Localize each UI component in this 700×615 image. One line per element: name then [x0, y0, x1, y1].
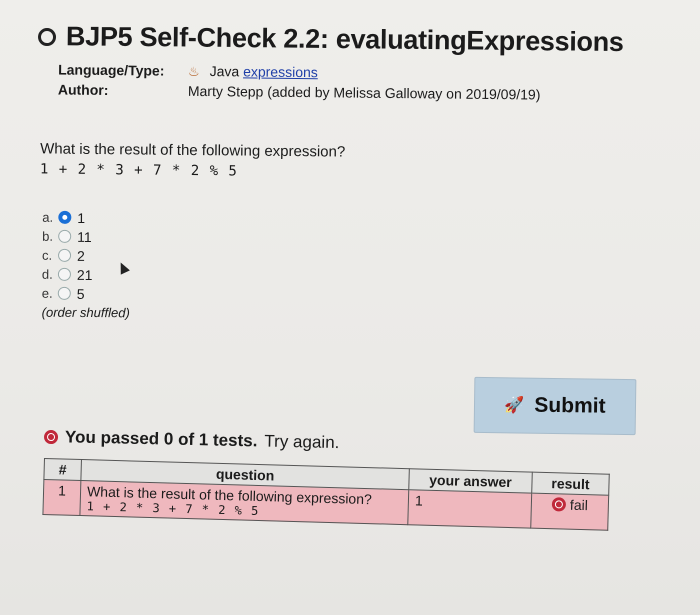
- radio-button[interactable]: [58, 229, 72, 243]
- author-value: Marty Stepp (added by Melissa Galloway o…: [187, 82, 541, 103]
- choice-a[interactable]: a. 1: [42, 208, 130, 228]
- rocket-icon: 🚀: [504, 397, 525, 415]
- header-result: result: [531, 472, 610, 496]
- expressions-link[interactable]: expressions: [243, 63, 318, 80]
- order-shuffled-note: (order shuffled): [41, 304, 130, 321]
- test-result-summary: You passed 0 of 1 tests. Try again.: [43, 427, 340, 453]
- choice-letter: a.: [42, 209, 54, 225]
- language-value: ♨ Java expressions: [188, 62, 318, 80]
- radio-button[interactable]: [57, 267, 71, 281]
- status-circle-icon: [37, 27, 57, 46]
- choice-e[interactable]: e. 5: [42, 284, 130, 304]
- choice-letter: c.: [42, 247, 53, 263]
- row-result: fail: [530, 493, 609, 531]
- language-label: Language/Type:: [58, 61, 165, 79]
- header-number: #: [43, 458, 82, 481]
- fail-label: fail: [569, 496, 589, 514]
- radio-button-selected[interactable]: [58, 210, 72, 224]
- results-table: # question your answer result 1 What is …: [42, 458, 610, 531]
- choice-letter: d.: [41, 266, 53, 282]
- radio-button[interactable]: [57, 286, 71, 300]
- row-your-answer: 1: [407, 489, 532, 529]
- choice-b[interactable]: b. 11: [42, 227, 130, 247]
- choice-letter: e.: [41, 285, 53, 301]
- submit-button[interactable]: 🚀 Submit: [473, 376, 637, 436]
- choice-value: 1: [77, 209, 86, 226]
- choice-value: 2: [77, 247, 85, 264]
- page: BJP5 Self-Check 2.2: evaluatingExpressio…: [0, 0, 700, 615]
- radio-button[interactable]: [58, 248, 72, 262]
- question-expression: 1 + 2 * 3 + 7 * 2 % 5: [39, 161, 238, 180]
- question-prompt: What is the result of the following expr…: [40, 140, 346, 161]
- author-label: Author:: [57, 81, 109, 99]
- choice-c[interactable]: c. 2: [42, 246, 130, 266]
- language-name: Java: [209, 62, 240, 79]
- author-row: Author: Marty Stepp (added by Melissa Ga…: [58, 79, 541, 104]
- result-summary-text: You passed 0 of 1 tests.: [64, 427, 258, 451]
- fail-icon: [43, 429, 59, 445]
- row-number: 1: [42, 479, 81, 516]
- choice-value: 21: [76, 266, 93, 283]
- choice-value: 11: [77, 228, 92, 245]
- try-again-text: Try again.: [264, 431, 340, 453]
- title-text: BJP5 Self-Check 2.2: evaluatingExpressio…: [65, 21, 624, 58]
- question-block: What is the result of the following expr…: [40, 140, 346, 180]
- java-icon: ♨: [188, 63, 200, 79]
- choice-letter: b.: [42, 228, 54, 244]
- fail-result: fail: [538, 496, 602, 514]
- page-title: BJP5 Self-Check 2.2: evaluatingExpressio…: [37, 21, 624, 58]
- fail-icon: [551, 497, 567, 512]
- submit-label: Submit: [534, 393, 606, 418]
- problem-metadata: Language/Type: ♨ Java expressions Author…: [58, 59, 541, 104]
- choice-value: 5: [76, 285, 85, 302]
